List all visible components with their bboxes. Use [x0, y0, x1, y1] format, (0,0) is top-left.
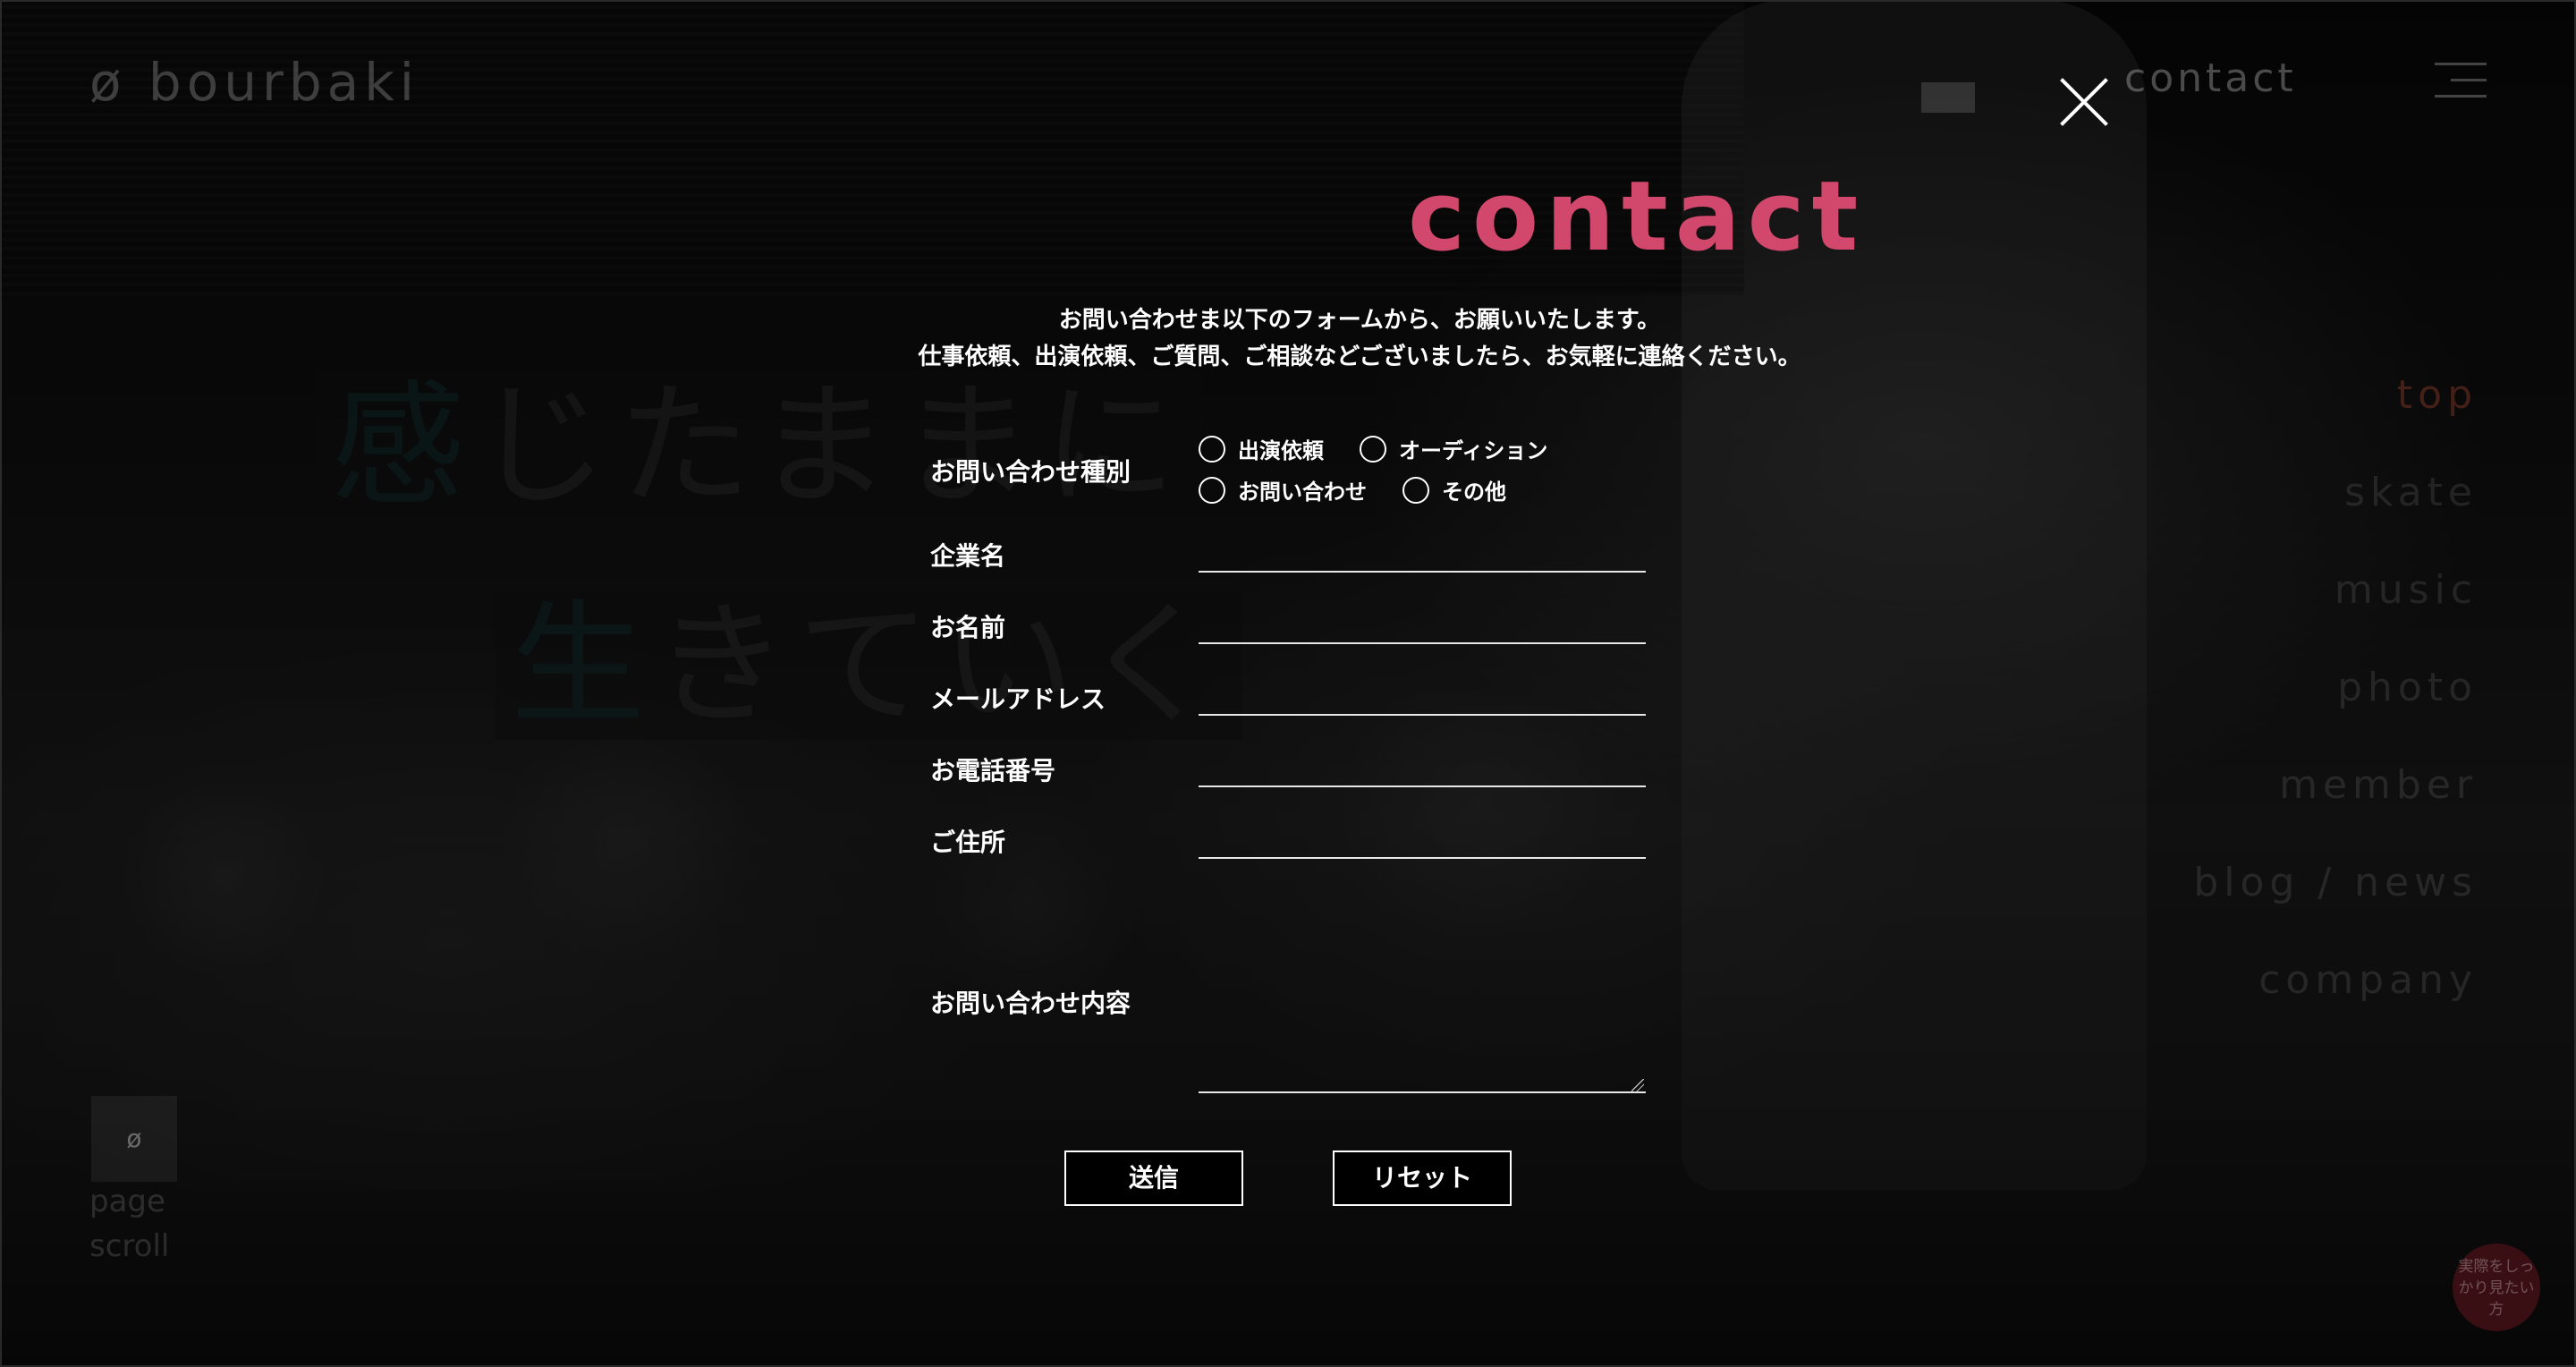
nav-item-top[interactable]: top	[2193, 369, 2478, 466]
hamburger-menu-icon[interactable]	[2435, 63, 2487, 98]
phone-label: お電話番号	[930, 756, 1056, 785]
nav-item-member[interactable]: member	[2193, 759, 2478, 856]
site-logo[interactable]: ø bourbaki	[89, 52, 419, 113]
inquiry-type-options: 出演依頼 オーディション お問い合わせ その他	[1199, 433, 1646, 505]
page-scroll-label-line2: scroll	[89, 1228, 170, 1264]
radio-circle-icon[interactable]	[1360, 435, 1386, 463]
modal-title: contact	[1408, 161, 1866, 273]
page-scroll-label: page scroll	[89, 1179, 197, 1269]
submit-button[interactable]: 送信	[1064, 1150, 1243, 1206]
page-scroll-button[interactable]: ø	[91, 1096, 177, 1182]
radio-circle-icon[interactable]	[1199, 435, 1225, 463]
intro-line-2: 仕事依頼、出演依頼、ご質問、ご相談などございましたら、お気軽に連絡ください。	[918, 344, 1801, 370]
close-icon[interactable]	[2057, 75, 2111, 129]
nav-item-blog-news[interactable]: blog / news	[2193, 856, 2478, 954]
email-label: メールアドレス	[930, 684, 1106, 714]
nav-item-company[interactable]: company	[2193, 954, 2478, 1051]
nav-item-photo[interactable]: photo	[2193, 661, 2478, 759]
header-contact-link[interactable]: contact	[2124, 55, 2297, 101]
radio-circle-icon[interactable]	[1402, 476, 1429, 504]
resize-grip-icon[interactable]	[1631, 1079, 1644, 1091]
radio-label: 出演依頼	[1238, 438, 1324, 463]
radio-label: お問い合わせ	[1238, 480, 1367, 505]
nav-item-music[interactable]: music	[2193, 564, 2478, 661]
modal-intro: お問い合わせま以下のフォームから、お願いいたします。 仕事依頼、出演依頼、ご質問…	[0, 302, 2576, 376]
page: 感じたままに 生きていく ø bourbaki contact top skat…	[0, 0, 2576, 1367]
company-label: 企業名	[930, 541, 1006, 571]
radio-audition[interactable]: オーディション	[1360, 433, 1547, 464]
email-field[interactable]	[1199, 675, 1646, 716]
intro-line-1: お問い合わせま以下のフォームから、お願いいたします。	[1058, 307, 1661, 334]
radio-circle-icon[interactable]	[1199, 476, 1225, 504]
corner-badge[interactable]: 実際をしっかり見たい方	[2453, 1244, 2540, 1331]
radio-label: その他	[1442, 480, 1506, 505]
message-label: お問い合わせ内容	[930, 989, 1131, 1018]
phone-field[interactable]	[1199, 746, 1646, 787]
page-scroll-label-line1: page	[89, 1184, 165, 1219]
radio-appearance-request[interactable]: 出演依頼	[1199, 433, 1324, 464]
radio-other[interactable]: その他	[1402, 474, 1506, 505]
message-textarea[interactable]	[1199, 898, 1646, 1093]
radio-inquiry[interactable]: お問い合わせ	[1199, 474, 1367, 505]
name-field[interactable]	[1199, 603, 1646, 644]
company-field[interactable]	[1199, 531, 1646, 573]
address-label: ご住所	[930, 828, 1006, 857]
header-badge	[1921, 82, 1975, 113]
address-field[interactable]	[1199, 818, 1646, 859]
nav-item-skate[interactable]: skate	[2193, 466, 2478, 564]
side-nav: top skate music photo member blog / news…	[2193, 369, 2478, 1051]
name-label: お名前	[930, 613, 1006, 642]
inquiry-type-label: お問い合わせ種別	[930, 457, 1131, 487]
reset-button[interactable]: リセット	[1333, 1150, 1512, 1206]
radio-label: オーディション	[1399, 438, 1548, 463]
